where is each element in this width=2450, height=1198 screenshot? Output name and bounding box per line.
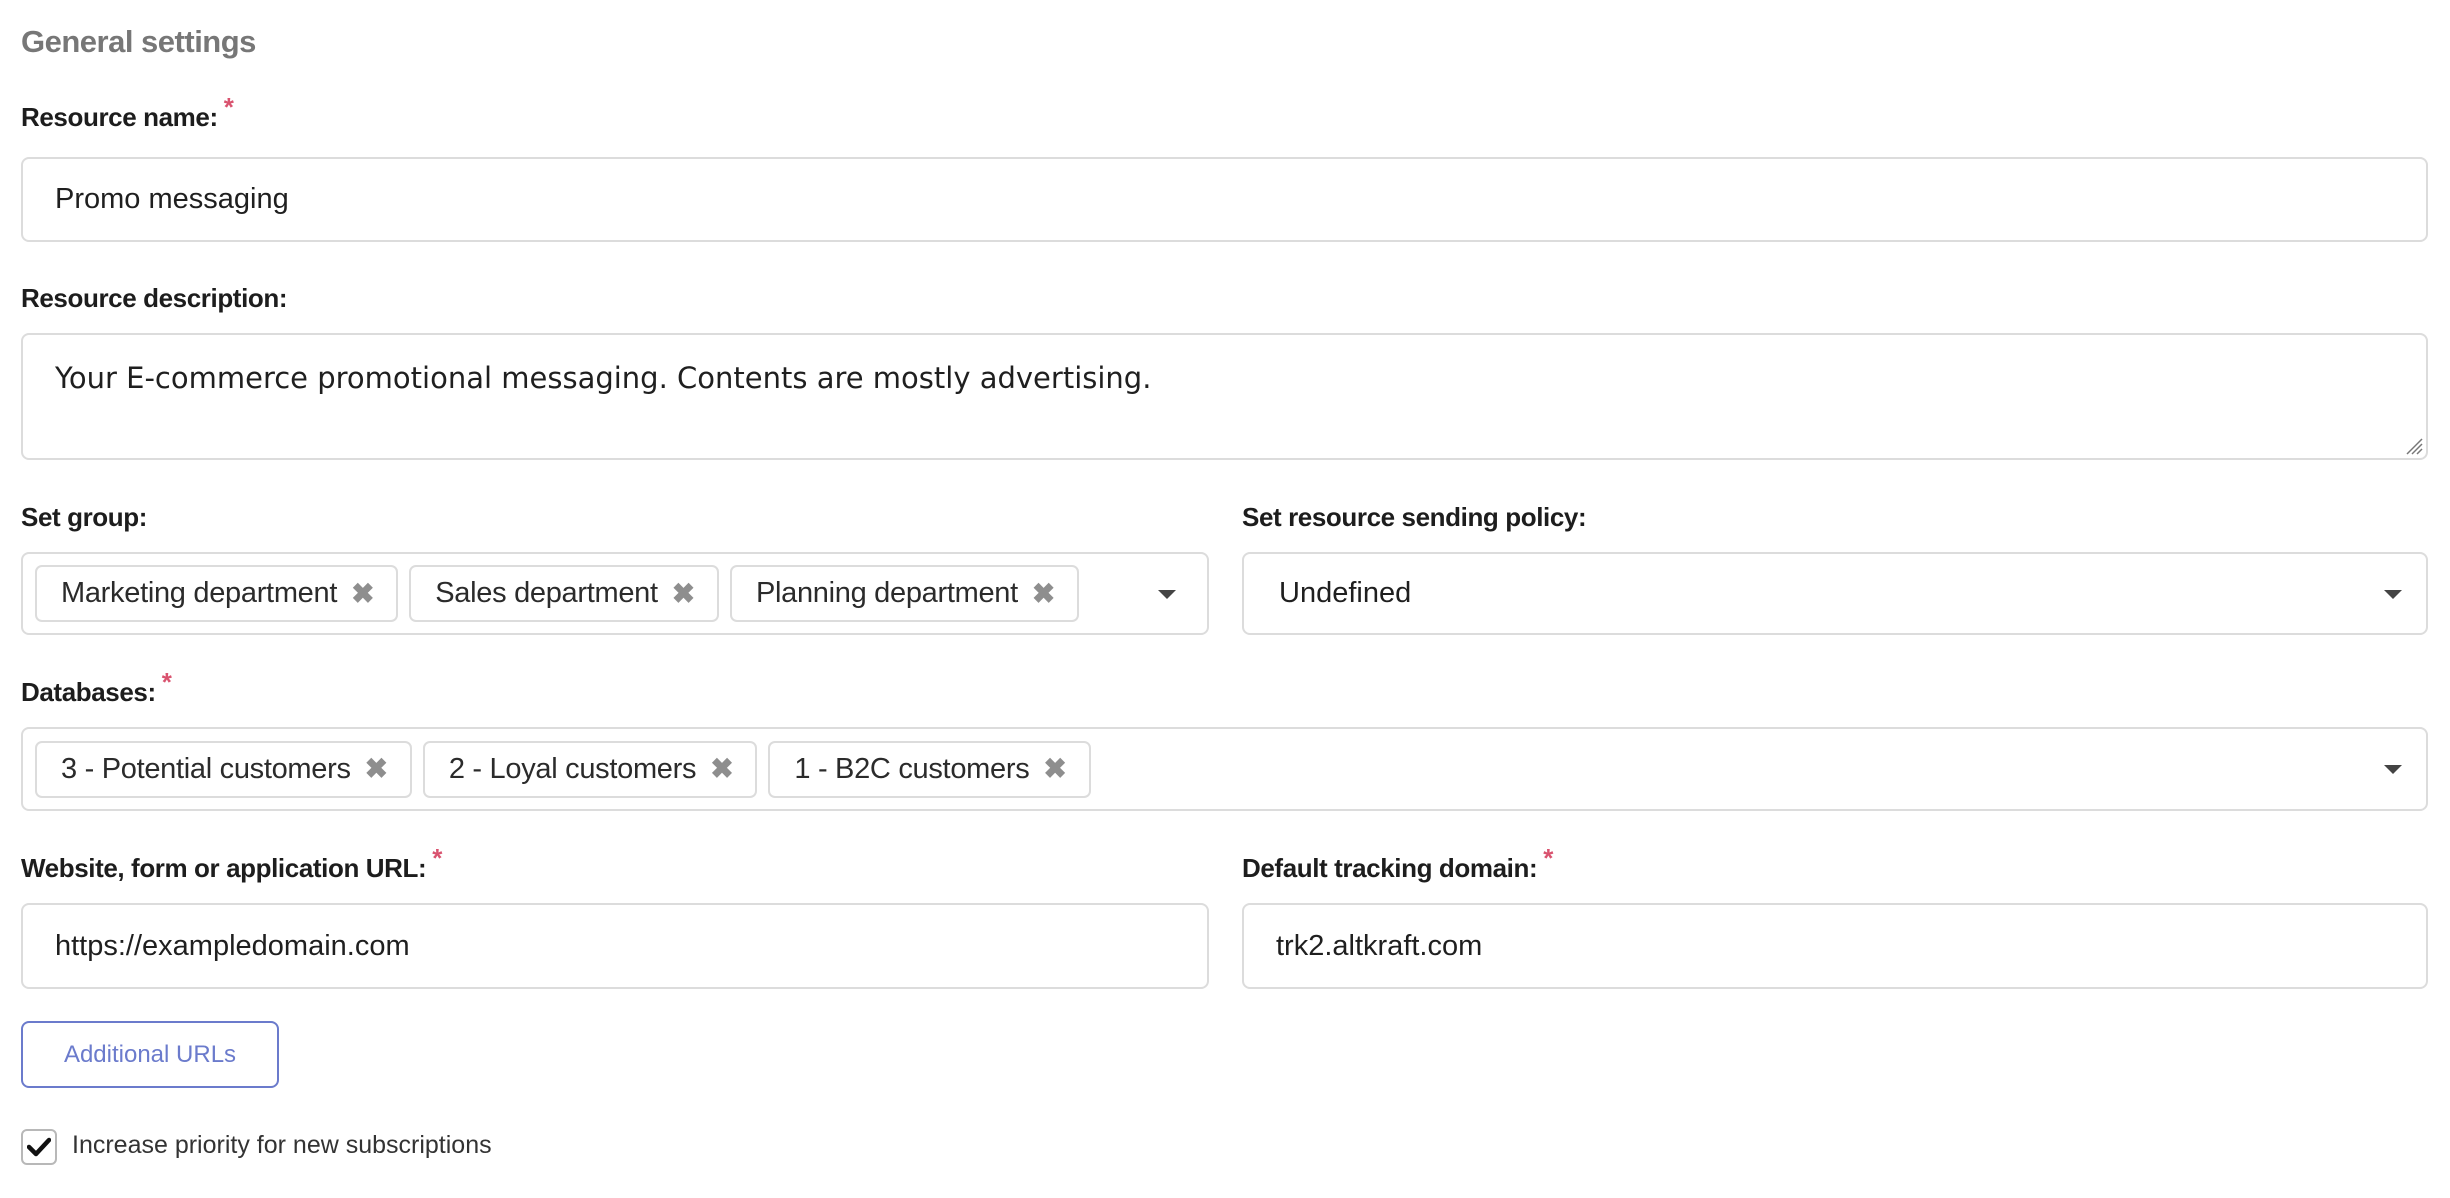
database-tag-label: 1 - B2C customers <box>794 752 1030 785</box>
group-tag-label: Marketing department <box>61 577 338 609</box>
website-url-input[interactable]: https://exampledomain.com <box>21 903 1209 989</box>
resource-name-value: Promo messaging <box>55 183 289 215</box>
required-mark: * <box>223 92 234 122</box>
required-mark: * <box>432 843 442 873</box>
tracking-domain-label: Default tracking domain: * <box>1242 843 1553 884</box>
group-tag: Marketing department ✖ <box>35 565 399 622</box>
resize-handle-icon[interactable] <box>2405 437 2423 455</box>
remove-tag-icon[interactable]: ✖ <box>710 755 733 783</box>
group-tag: Planning department ✖ <box>729 565 1080 622</box>
resource-name-label: Resource name: * <box>21 92 234 133</box>
website-url-label-text: Website, form or application URL: <box>21 853 427 883</box>
checkmark-icon <box>27 1137 51 1157</box>
databases-label: Databases: * <box>21 667 172 708</box>
database-tag-label: 2 - Loyal customers <box>448 752 697 785</box>
remove-tag-icon[interactable]: ✖ <box>672 579 695 608</box>
section-title: General settings <box>21 24 256 59</box>
database-tag-list: 3 - Potential customers ✖ 2 - Loyal cust… <box>23 729 1102 809</box>
database-tag: 2 - Loyal customers ✖ <box>422 740 758 798</box>
required-mark: * <box>1543 843 1553 873</box>
tracking-domain-value: trk2.altkraft.com <box>1276 929 1483 962</box>
databases-multiselect[interactable]: 3 - Potential customers ✖ 2 - Loyal cust… <box>21 727 2428 811</box>
group-tag-label: Sales department <box>435 577 658 609</box>
group-tag-label: Planning department <box>755 577 1018 609</box>
sending-policy-select[interactable]: Undefined <box>1242 552 2428 635</box>
resource-description-textarea[interactable]: Your E-commerce promotional messaging. C… <box>21 333 2428 460</box>
priority-checkbox-label[interactable]: Increase priority for new subscriptions <box>72 1131 492 1160</box>
set-group-label: Set group: <box>21 502 147 532</box>
required-mark: * <box>161 667 172 697</box>
priority-checkbox[interactable] <box>21 1129 57 1165</box>
resource-name-label-text: Resource name: <box>21 102 218 132</box>
tracking-domain-label-text: Default tracking domain: <box>1242 853 1538 883</box>
sending-policy-value: Undefined <box>1279 577 1412 609</box>
resource-description-value: Your E-commerce promotional messaging. C… <box>55 361 1152 395</box>
database-tag-label: 3 - Potential customers <box>61 752 351 785</box>
tracking-domain-input[interactable]: trk2.altkraft.com <box>1242 903 2428 989</box>
remove-tag-icon[interactable]: ✖ <box>365 755 388 783</box>
website-url-value: https://exampledomain.com <box>55 929 410 962</box>
sending-policy-label: Set resource sending policy: <box>1242 502 1587 532</box>
resource-description-label: Resource description: <box>21 283 288 313</box>
group-tag-list: Marketing department ✖ Sales department … <box>23 554 1090 633</box>
chevron-down-icon[interactable] <box>2384 765 2402 774</box>
database-tag: 1 - B2C customers ✖ <box>768 740 1091 798</box>
database-tag: 3 - Potential customers ✖ <box>35 740 412 798</box>
group-tag: Sales department ✖ <box>409 565 719 622</box>
remove-tag-icon[interactable]: ✖ <box>1043 755 1066 783</box>
group-multiselect[interactable]: Marketing department ✖ Sales department … <box>21 552 1209 635</box>
remove-tag-icon[interactable]: ✖ <box>1032 579 1055 608</box>
additional-urls-button[interactable]: Additional URLs <box>21 1021 279 1088</box>
chevron-down-icon[interactable] <box>2384 590 2402 599</box>
resource-name-input[interactable]: Promo messaging <box>21 157 2428 242</box>
chevron-down-icon[interactable] <box>1158 590 1176 599</box>
website-url-label: Website, form or application URL: * <box>21 843 442 884</box>
remove-tag-icon[interactable]: ✖ <box>351 579 374 608</box>
databases-label-text: Databases: <box>21 677 156 707</box>
